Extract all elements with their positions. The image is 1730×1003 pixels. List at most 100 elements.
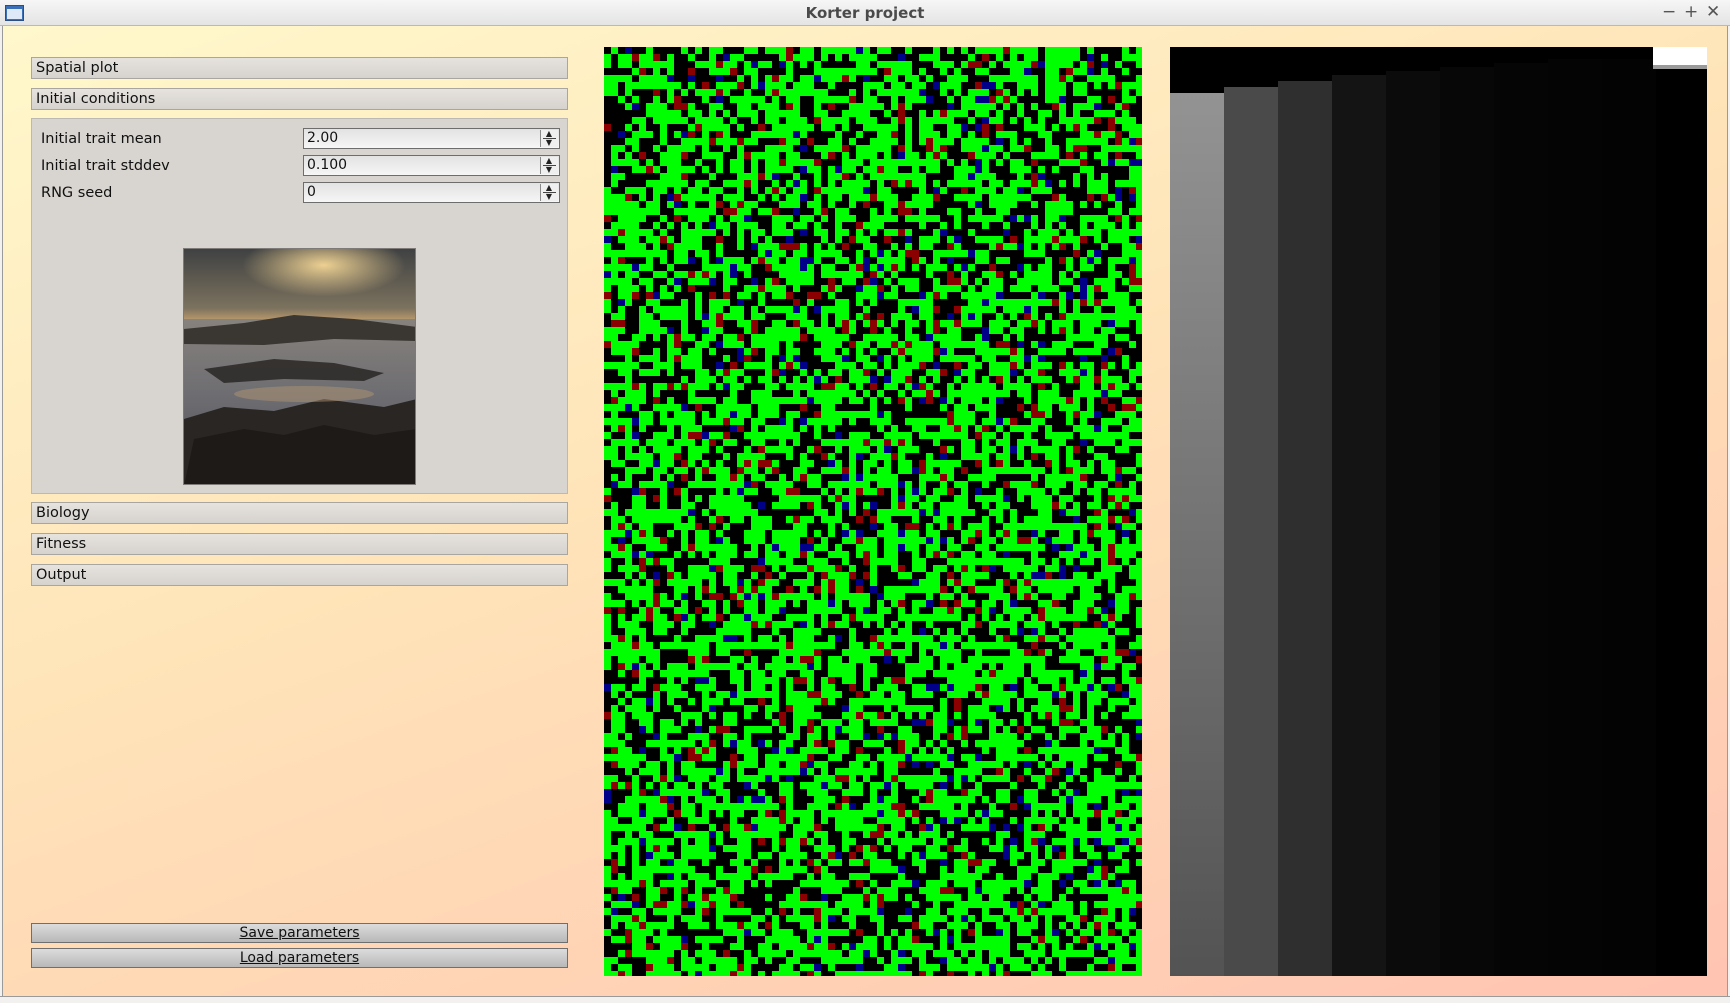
spatial-cell xyxy=(863,663,870,670)
spatial-cell xyxy=(884,439,891,446)
spatial-cell xyxy=(940,551,947,558)
spatial-cell xyxy=(1129,313,1136,320)
spatial-cell xyxy=(821,75,828,82)
spatial-cell xyxy=(667,726,674,733)
spatial-cell xyxy=(849,719,856,726)
spatial-cell xyxy=(842,502,849,509)
spatial-cell xyxy=(898,89,905,96)
spin-buttons[interactable]: ▲ ▼ xyxy=(540,184,558,201)
spatial-cell xyxy=(933,320,940,327)
maximize-icon[interactable]: + xyxy=(1684,2,1698,22)
spatial-cell xyxy=(884,187,891,194)
spatial-cell xyxy=(807,621,814,628)
spatial-cell xyxy=(660,124,667,131)
spatial-cell xyxy=(1108,320,1115,327)
spatial-cell xyxy=(1045,187,1052,194)
spin-up-icon[interactable]: ▲ xyxy=(544,184,554,192)
spin-buttons[interactable]: ▲ ▼ xyxy=(540,130,558,147)
section-fitness[interactable]: Fitness xyxy=(31,533,568,555)
spatial-cell xyxy=(793,397,800,404)
spatial-cell xyxy=(681,670,688,677)
section-biology[interactable]: Biology xyxy=(31,502,568,524)
spatial-cell xyxy=(989,474,996,481)
spatial-cell xyxy=(779,215,786,222)
section-output[interactable]: Output xyxy=(31,564,568,586)
spatial-cell xyxy=(1136,138,1143,145)
spatial-cell xyxy=(730,488,737,495)
spatial-cell xyxy=(807,614,814,621)
spatial-cell xyxy=(660,544,667,551)
spatial-cell xyxy=(1017,145,1024,152)
spatial-cell xyxy=(891,754,898,761)
initial-trait-stddev-spinbox[interactable]: 0.100 ▲ ▼ xyxy=(303,155,560,176)
section-spatial-plot[interactable]: Spatial plot xyxy=(31,57,568,79)
spin-up-icon[interactable]: ▲ xyxy=(544,157,554,165)
spatial-cell xyxy=(835,754,842,761)
spatial-cell xyxy=(751,166,758,173)
spatial-cell xyxy=(737,152,744,159)
spatial-cell xyxy=(793,173,800,180)
spatial-cell xyxy=(744,327,751,334)
spatial-cell xyxy=(821,236,828,243)
spatial-cell xyxy=(688,698,695,705)
spatial-cell xyxy=(891,264,898,271)
spatial-cell xyxy=(919,747,926,754)
spatial-cell xyxy=(1108,579,1115,586)
spatial-cell xyxy=(1031,663,1038,670)
spatial-cell xyxy=(842,593,849,600)
close-icon[interactable]: ✕ xyxy=(1706,2,1720,22)
spatial-cell xyxy=(947,348,954,355)
spatial-cell xyxy=(639,460,646,467)
spatial-cell xyxy=(898,593,905,600)
spatial-cell xyxy=(709,299,716,306)
spatial-cell xyxy=(968,551,975,558)
spatial-cell xyxy=(800,61,807,68)
spatial-cell xyxy=(625,152,632,159)
spatial-cell xyxy=(870,474,877,481)
spin-down-icon[interactable]: ▼ xyxy=(544,166,554,174)
spatial-cell xyxy=(919,292,926,299)
initial-trait-stddev-value[interactable]: 0.100 xyxy=(307,157,347,173)
spatial-cell xyxy=(954,68,961,75)
spatial-cell xyxy=(842,96,849,103)
spatial-cell xyxy=(1024,460,1031,467)
save-parameters-button[interactable]: Save parameters xyxy=(31,923,568,943)
spatial-cell xyxy=(1066,327,1073,334)
rng-seed-spinbox[interactable]: 0 ▲ ▼ xyxy=(303,182,560,203)
load-parameters-button[interactable]: Load parameters xyxy=(31,948,568,968)
section-initial-conditions[interactable]: Initial conditions xyxy=(31,88,568,110)
spatial-cell xyxy=(709,558,716,565)
spatial-cell xyxy=(793,649,800,656)
spatial-cell xyxy=(842,572,849,579)
spatial-cell xyxy=(1129,229,1136,236)
spatial-cell xyxy=(1017,593,1024,600)
spatial-cell xyxy=(821,285,828,292)
spatial-cell xyxy=(618,341,625,348)
spatial-cell xyxy=(765,740,772,747)
spatial-cell xyxy=(660,327,667,334)
spatial-cell xyxy=(947,327,954,334)
spin-down-icon[interactable]: ▼ xyxy=(544,139,554,147)
spatial-cell xyxy=(982,390,989,397)
spatial-cell xyxy=(625,558,632,565)
minimize-icon[interactable]: − xyxy=(1662,2,1676,22)
spatial-cell xyxy=(1045,572,1052,579)
spatial-cell xyxy=(758,285,765,292)
spatial-cell xyxy=(1031,495,1038,502)
spatial-cell xyxy=(947,446,954,453)
spin-down-icon[interactable]: ▼ xyxy=(544,193,554,201)
spatial-cell xyxy=(625,124,632,131)
initial-trait-mean-value[interactable]: 2.00 xyxy=(307,130,338,146)
spatial-cell xyxy=(1045,404,1052,411)
initial-trait-mean-spinbox[interactable]: 2.00 ▲ ▼ xyxy=(303,128,560,149)
spatial-cell xyxy=(1024,320,1031,327)
spatial-cell xyxy=(1094,320,1101,327)
spatial-cell xyxy=(926,509,933,516)
spatial-cell xyxy=(1087,719,1094,726)
rng-seed-value[interactable]: 0 xyxy=(307,184,316,200)
spatial-cell xyxy=(1052,621,1059,628)
spatial-cell xyxy=(954,523,961,530)
spatial-cell xyxy=(1038,677,1045,684)
spin-buttons[interactable]: ▲ ▼ xyxy=(540,157,558,174)
spin-up-icon[interactable]: ▲ xyxy=(544,130,554,138)
